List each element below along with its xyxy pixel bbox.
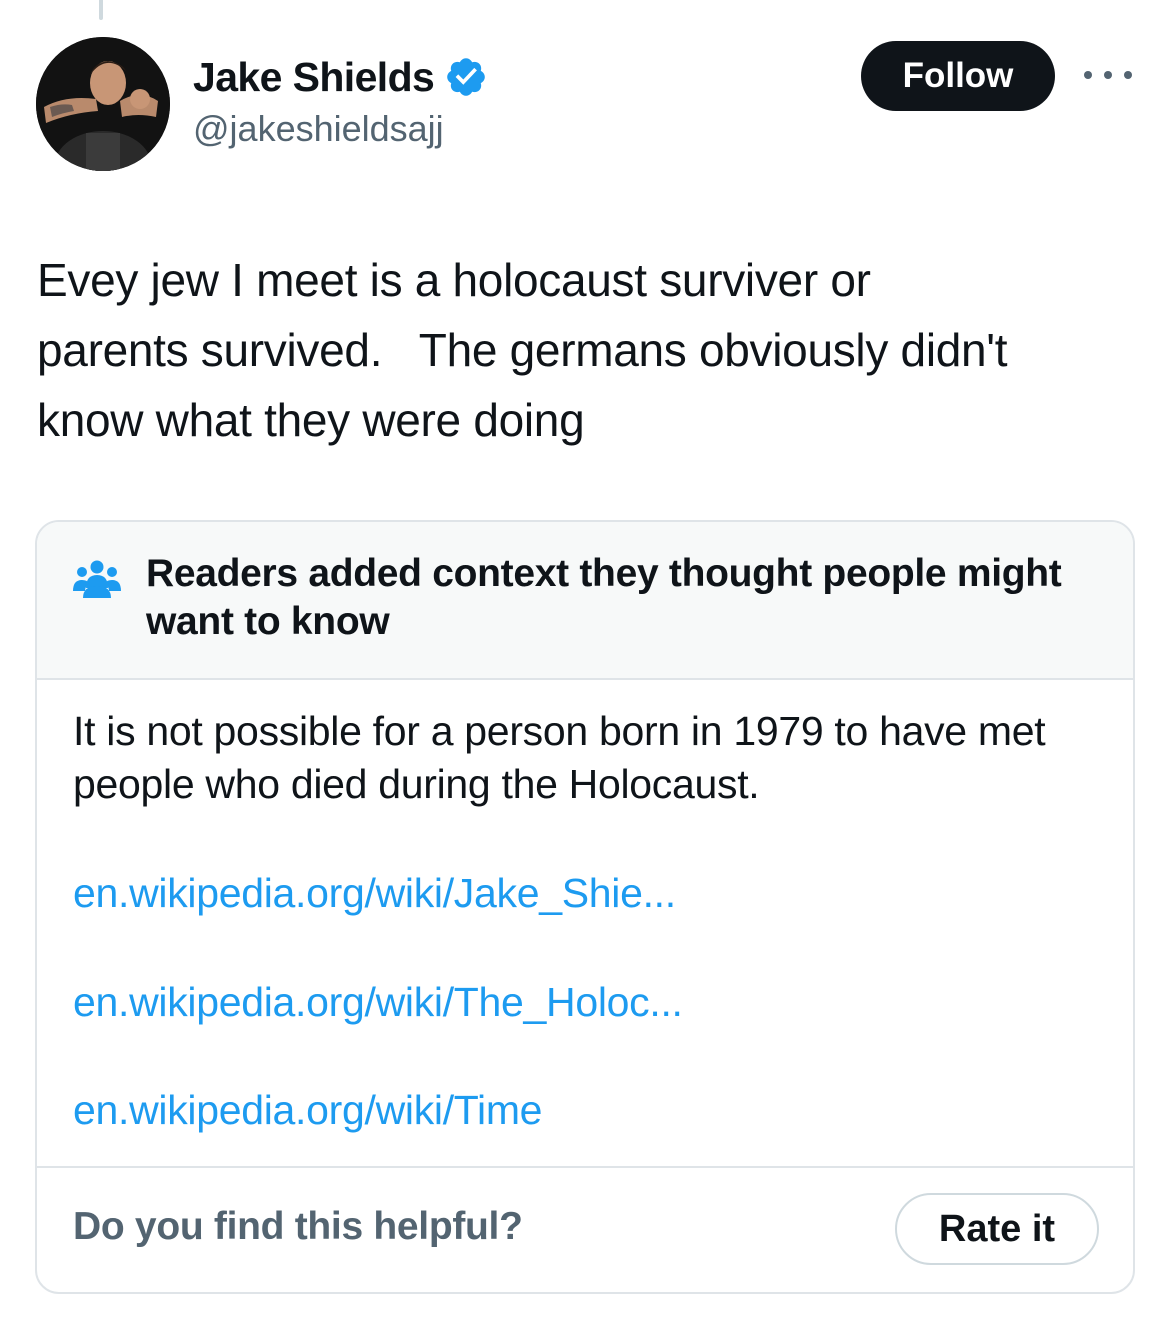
more-dot — [1104, 71, 1112, 79]
rate-it-button[interactable]: Rate it — [895, 1193, 1099, 1265]
more-dot — [1084, 71, 1092, 79]
people-group-icon — [71, 558, 123, 598]
community-note-title: Readers added context they thought peopl… — [146, 552, 1062, 643]
community-note: Readers added context they thought peopl… — [35, 520, 1135, 1294]
source-link[interactable]: en.wikipedia.org/wiki/Jake_Shie... — [73, 870, 676, 917]
source-link[interactable]: en.wikipedia.org/wiki/The_Holoc... — [73, 979, 683, 1026]
tweet-text: Evey jew I meet is a holocaust surviver … — [37, 254, 1008, 446]
verified-badge-icon[interactable] — [444, 55, 488, 99]
thread-connector-line — [99, 0, 103, 20]
follow-button[interactable]: Follow — [861, 41, 1055, 111]
author-display-name[interactable]: Jake Shields — [193, 54, 435, 101]
source-link[interactable]: en.wikipedia.org/wiki/Time — [73, 1087, 542, 1134]
community-note-body: It is not possible for a person born in … — [37, 680, 1133, 1168]
author-handle[interactable]: @jakeshieldsajj — [193, 108, 444, 150]
avatar[interactable] — [36, 37, 170, 171]
avatar-image — [36, 37, 170, 171]
community-note-header: Readers added context they thought peopl… — [37, 522, 1133, 680]
more-dot — [1124, 71, 1132, 79]
community-note-footer: Do you find this helpful? Rate it — [37, 1168, 1133, 1292]
author-name-row: Jake Shields — [193, 52, 488, 102]
community-note-text: It is not possible for a person born in … — [73, 708, 1046, 807]
more-horizontal-icon[interactable] — [1084, 62, 1132, 88]
tweet-page: Jake Shields @jakeshieldsajj Follow Evey… — [0, 0, 1170, 1321]
helpful-question: Do you find this helpful? — [73, 1205, 523, 1248]
